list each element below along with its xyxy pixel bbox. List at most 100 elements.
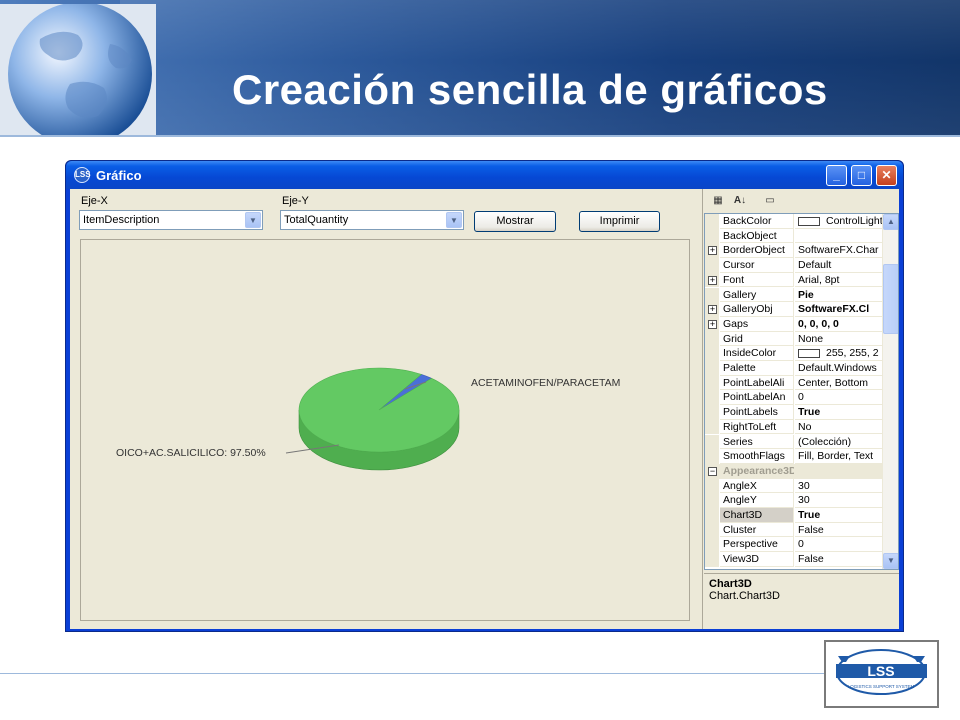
property-row[interactable]: + Gaps 0, 0, 0, 0 <box>705 316 885 332</box>
property-value[interactable]: 255, 255, 2 <box>795 346 885 361</box>
x-axis-select[interactable]: ItemDescription ▼ <box>79 210 263 230</box>
property-value[interactable]: 30 <box>795 479 885 494</box>
property-category[interactable]: − Appearance3D <box>705 463 885 479</box>
property-row[interactable]: Grid None <box>705 331 885 347</box>
collapse-icon[interactable]: − <box>708 466 717 476</box>
expand-icon[interactable]: + <box>708 305 717 315</box>
property-row[interactable]: BackColor ControlLight <box>705 214 885 229</box>
maximize-button[interactable]: □ <box>851 165 872 186</box>
property-row[interactable]: Chart3D True <box>705 508 885 523</box>
property-row-margin: + <box>705 272 719 288</box>
property-scrollbar[interactable]: ▲ ▼ <box>882 214 898 569</box>
property-row[interactable]: AngleX 30 <box>705 478 885 494</box>
property-row[interactable]: PointLabelAn 0 <box>705 390 885 406</box>
property-name: Cluster <box>720 522 794 538</box>
property-row-margin <box>705 434 719 450</box>
header-banner: Creación sencilla de gráficos <box>0 0 960 135</box>
chevron-down-icon[interactable]: ▼ <box>245 212 261 228</box>
property-value[interactable]: False <box>795 523 885 538</box>
property-row[interactable]: + BorderObject SoftwareFX.Char <box>705 243 885 259</box>
property-name: View3D <box>720 552 794 567</box>
property-row[interactable]: SmoothFlags Fill, Border, Text <box>705 449 885 464</box>
logo-text: LSS <box>867 663 894 679</box>
property-row[interactable]: Gallery Pie <box>705 287 885 303</box>
property-row[interactable]: Palette Default.Windows <box>705 361 885 376</box>
property-row[interactable]: + Font Arial, 8pt <box>705 272 885 288</box>
scroll-up-icon[interactable]: ▲ <box>883 214 898 230</box>
property-row[interactable]: Series (Colección) <box>705 434 885 450</box>
property-row[interactable]: Cluster False <box>705 522 885 538</box>
property-value[interactable]: Center, Bottom <box>795 376 885 391</box>
globe-icon <box>0 4 156 135</box>
close-button[interactable]: ✕ <box>876 165 897 186</box>
property-value[interactable]: ControlLight <box>795 214 885 229</box>
property-row-margin <box>705 537 719 553</box>
categorized-icon[interactable]: ▦ <box>709 192 727 210</box>
property-value[interactable]: 0 <box>795 537 885 553</box>
property-value-text: Fill, Border, Text <box>798 450 874 463</box>
property-row-margin <box>705 346 719 361</box>
property-value[interactable]: 0 <box>795 390 885 406</box>
property-name: PointLabelAli <box>720 375 794 391</box>
property-value-text: 30 <box>798 479 810 492</box>
property-row[interactable]: Cursor Default <box>705 258 885 273</box>
y-axis-select[interactable]: TotalQuantity ▼ <box>280 210 464 230</box>
expand-icon[interactable]: + <box>708 246 717 256</box>
property-value[interactable]: Default <box>795 258 885 273</box>
property-name: Font <box>720 272 794 288</box>
property-name: BorderObject <box>720 243 794 259</box>
property-row[interactable]: AngleY 30 <box>705 493 885 508</box>
property-row-margin: + <box>705 316 719 332</box>
property-value[interactable]: True <box>795 508 885 523</box>
property-value[interactable]: Fill, Border, Text <box>795 449 885 464</box>
expand-icon[interactable]: + <box>708 275 717 285</box>
property-name: Perspective <box>720 537 794 553</box>
scroll-thumb[interactable] <box>883 264 898 334</box>
property-value[interactable]: True <box>795 405 885 420</box>
property-row[interactable]: PointLabels True <box>705 405 885 420</box>
property-description-text: Chart.Chart3D <box>709 590 780 602</box>
property-value[interactable]: SoftwareFX.Char <box>795 243 885 259</box>
property-row-margin <box>705 478 719 494</box>
property-value[interactable]: (Colección) <box>795 435 885 450</box>
property-value-text: No <box>798 420 812 433</box>
property-row[interactable]: + GalleryObj SoftwareFX.Cl <box>705 302 885 317</box>
property-value[interactable]: Arial, 8pt <box>795 273 885 288</box>
property-value[interactable] <box>795 229 885 244</box>
property-grid: ▦ A↓ ▭ BackColor ControlLight BackObject + B… <box>702 189 899 629</box>
property-row-margin <box>705 522 719 538</box>
property-value-text: ControlLight <box>826 215 883 227</box>
property-row[interactable]: View3D False <box>705 552 885 567</box>
show-button[interactable]: Mostrar <box>474 211 556 232</box>
property-value[interactable]: False <box>795 552 885 567</box>
print-button[interactable]: Imprimir <box>579 211 660 232</box>
window-titlebar[interactable]: LSS Gráfico _ □ ✕ <box>66 161 903 189</box>
x-axis-label: Eje-X <box>81 195 108 207</box>
chevron-down-icon[interactable]: ▼ <box>446 212 462 228</box>
property-value-text: Center, Bottom <box>798 376 869 389</box>
property-value-text: False <box>798 523 824 536</box>
expand-icon[interactable]: + <box>708 319 717 329</box>
property-value[interactable]: Pie <box>795 288 885 303</box>
property-row[interactable]: BackObject <box>705 228 885 244</box>
sort-az-icon[interactable]: A↓ <box>731 192 749 210</box>
pie-slice[interactable] <box>298 367 460 453</box>
scroll-down-icon[interactable]: ▼ <box>883 553 898 569</box>
property-row-margin <box>705 449 719 464</box>
property-row[interactable]: InsideColor 255, 255, 2 <box>705 346 885 361</box>
property-value[interactable]: None <box>795 332 885 347</box>
property-row[interactable]: Perspective 0 <box>705 537 885 553</box>
property-value[interactable] <box>795 463 885 479</box>
property-value[interactable]: 0, 0, 0, 0 <box>795 317 885 332</box>
property-row[interactable]: PointLabelAli Center, Bottom <box>705 375 885 391</box>
property-value[interactable]: 30 <box>795 493 885 508</box>
property-value[interactable]: No <box>795 420 885 435</box>
property-row[interactable]: RightToLeft No <box>705 419 885 435</box>
property-value[interactable]: Default.Windows <box>795 361 885 376</box>
minimize-button[interactable]: _ <box>826 165 847 186</box>
property-value[interactable]: SoftwareFX.Cl <box>795 302 885 317</box>
property-value-text: 255, 255, 2 <box>826 347 879 360</box>
property-row-margin <box>705 419 719 435</box>
property-pages-icon[interactable]: ▭ <box>761 192 779 210</box>
property-name: Palette <box>720 361 794 376</box>
